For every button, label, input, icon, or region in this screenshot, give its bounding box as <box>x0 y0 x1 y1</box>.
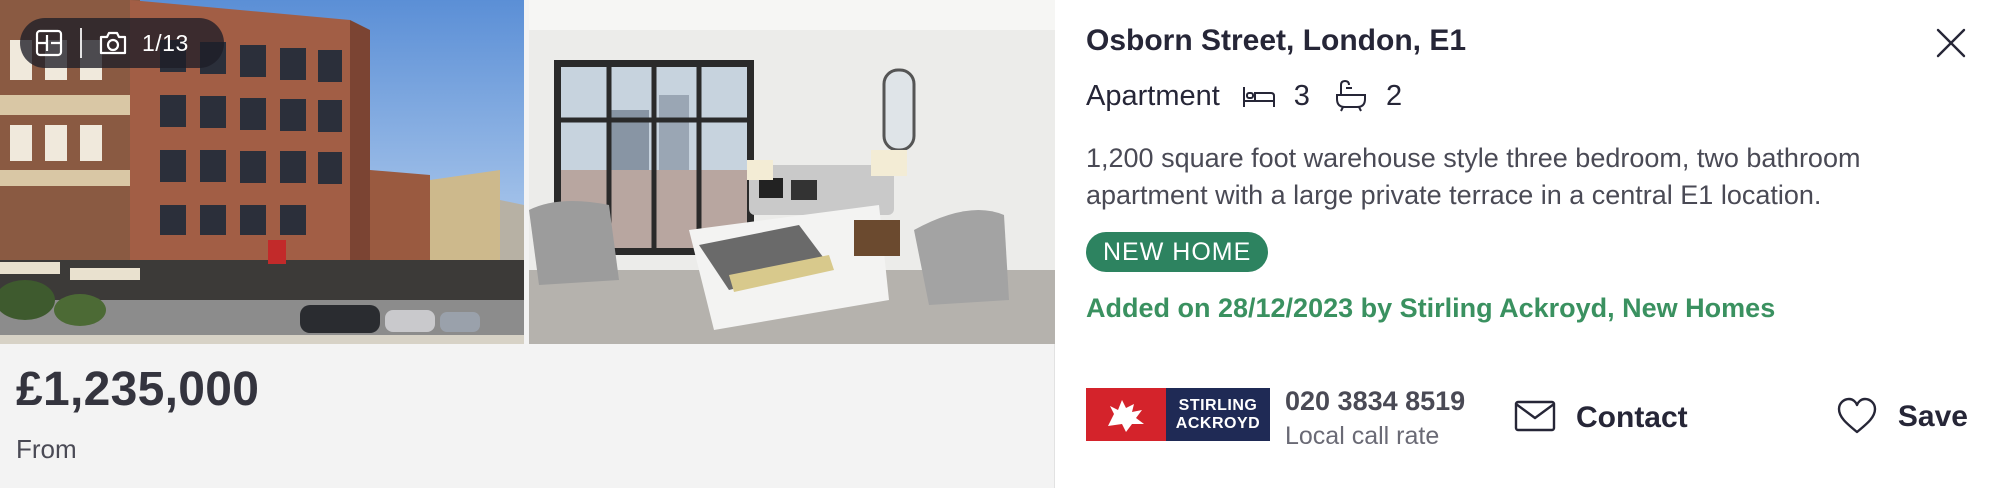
envelope-icon <box>1514 400 1558 436</box>
listing-details: Osborn Street, London, E1 Apartment 3 2 … <box>1056 0 1996 488</box>
floorplan-icon[interactable] <box>34 28 64 58</box>
gallery-counter-pill[interactable]: 1/13 <box>20 18 224 68</box>
media-panel: 1/13 £1,235,000 From <box>0 0 1055 488</box>
property-meta: Apartment 3 2 <box>1086 76 1426 116</box>
agent-logo-line2: ACKROYD <box>1175 414 1261 432</box>
contact-button[interactable]: Contact <box>1514 396 1688 440</box>
camera-icon[interactable] <box>98 28 128 58</box>
agent-phone-link[interactable]: 020 3834 8519 <box>1285 386 1465 417</box>
gallery-counter: 1/13 <box>142 29 189 56</box>
property-photo-bedroom[interactable] <box>529 0 1055 344</box>
listing-summary: 1,200 square foot warehouse style three … <box>1086 143 1861 210</box>
bed-icon <box>1242 79 1276 113</box>
new-home-badge: NEW HOME <box>1086 232 1269 272</box>
phone-rate-note: Local call rate <box>1285 422 1440 450</box>
pill-divider <box>80 28 82 58</box>
listing-address-link[interactable]: Osborn Street, London, E1 <box>1086 24 1466 58</box>
price-qualifier: From <box>16 434 77 464</box>
contact-label: Contact <box>1576 401 1688 434</box>
property-card[interactable]: 1/13 £1,235,000 From Osborn Street, Lond… <box>0 0 1996 488</box>
save-label: Save <box>1897 400 1968 433</box>
agent-logo-wordmark: STIRLING ACKROYD <box>1166 388 1270 441</box>
agent-logo-line1: STIRLING <box>1178 396 1258 414</box>
heart-icon <box>1836 397 1878 437</box>
listing-price: £1,235,000 <box>16 363 260 416</box>
bathroom-count: 2 <box>1385 79 1403 112</box>
bedroom-count: 3 <box>1293 79 1310 112</box>
griffin-logo-mark <box>1086 388 1166 441</box>
bath-icon <box>1334 79 1368 113</box>
save-button[interactable]: Save <box>1836 394 1968 440</box>
added-date: Added on 28/12/2023 by Stirling Ackroyd,… <box>1086 293 1776 323</box>
property-type: Apartment <box>1086 79 1220 112</box>
agent-logo[interactable]: STIRLING ACKROYD <box>1086 388 1270 441</box>
close-icon[interactable] <box>1934 26 1968 60</box>
